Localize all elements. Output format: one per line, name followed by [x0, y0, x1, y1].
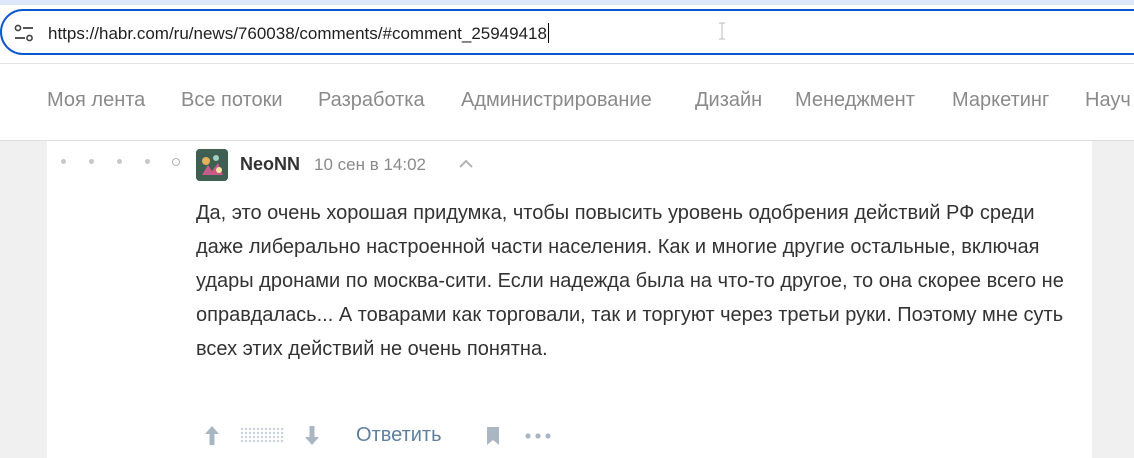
chevron-up-icon[interactable] — [458, 157, 474, 169]
comment-text: Да, это очень хорошая придумка, чтобы по… — [196, 202, 1064, 360]
nav-item-administration[interactable]: Администрирование — [461, 89, 652, 112]
reply-button[interactable]: Ответить — [356, 424, 442, 447]
tab-strip-edge — [0, 0, 1134, 5]
nav-item-my-feed[interactable]: Моя лента — [47, 89, 145, 112]
user-avatar-icon — [196, 149, 228, 181]
url-input[interactable]: https://habr.com/ru/news/760038/comments… — [48, 23, 549, 44]
thread-dot — [89, 159, 94, 164]
hubs-nav: Моя лента Все потоки Разработка Админист… — [0, 64, 1134, 141]
text-caret — [547, 23, 549, 43]
arrow-up-icon[interactable] — [204, 424, 220, 446]
more-icon[interactable] — [525, 433, 551, 439]
thread-dot — [145, 159, 150, 164]
thread-dot — [117, 159, 122, 164]
vote-score-hidden — [240, 427, 284, 443]
thread-dot-current — [172, 158, 180, 166]
nav-item-all-streams[interactable]: Все потоки — [181, 89, 283, 112]
thread-dot — [61, 159, 66, 164]
tune-icon[interactable] — [14, 24, 34, 42]
nav-item-development[interactable]: Разработка — [318, 89, 425, 112]
browser-toolbar: https://habr.com/ru/news/760038/comments… — [0, 0, 1134, 63]
address-bar[interactable]: https://habr.com/ru/news/760038/comments… — [0, 9, 1134, 55]
comment-timestamp[interactable]: 10 сен в 14:02 — [314, 155, 426, 175]
nav-item-management[interactable]: Менеджмент — [795, 89, 915, 112]
ibeam-cursor-icon — [719, 22, 725, 40]
nav-item-science[interactable]: Науч — [1085, 89, 1131, 112]
arrow-down-icon[interactable] — [304, 424, 320, 446]
comment-actions: Ответить — [196, 422, 596, 450]
url-text: https://habr.com/ru/news/760038/comments… — [48, 24, 547, 43]
nav-item-marketing[interactable]: Маркетинг — [952, 89, 1049, 112]
nav-item-design[interactable]: Дизайн — [695, 89, 762, 112]
bookmark-icon[interactable] — [485, 426, 501, 446]
avatar[interactable] — [196, 149, 228, 181]
comment-card: NeoNN 10 сен в 14:02 Да, это очень хорош… — [47, 141, 1092, 458]
comment-author[interactable]: NeoNN — [240, 154, 300, 175]
